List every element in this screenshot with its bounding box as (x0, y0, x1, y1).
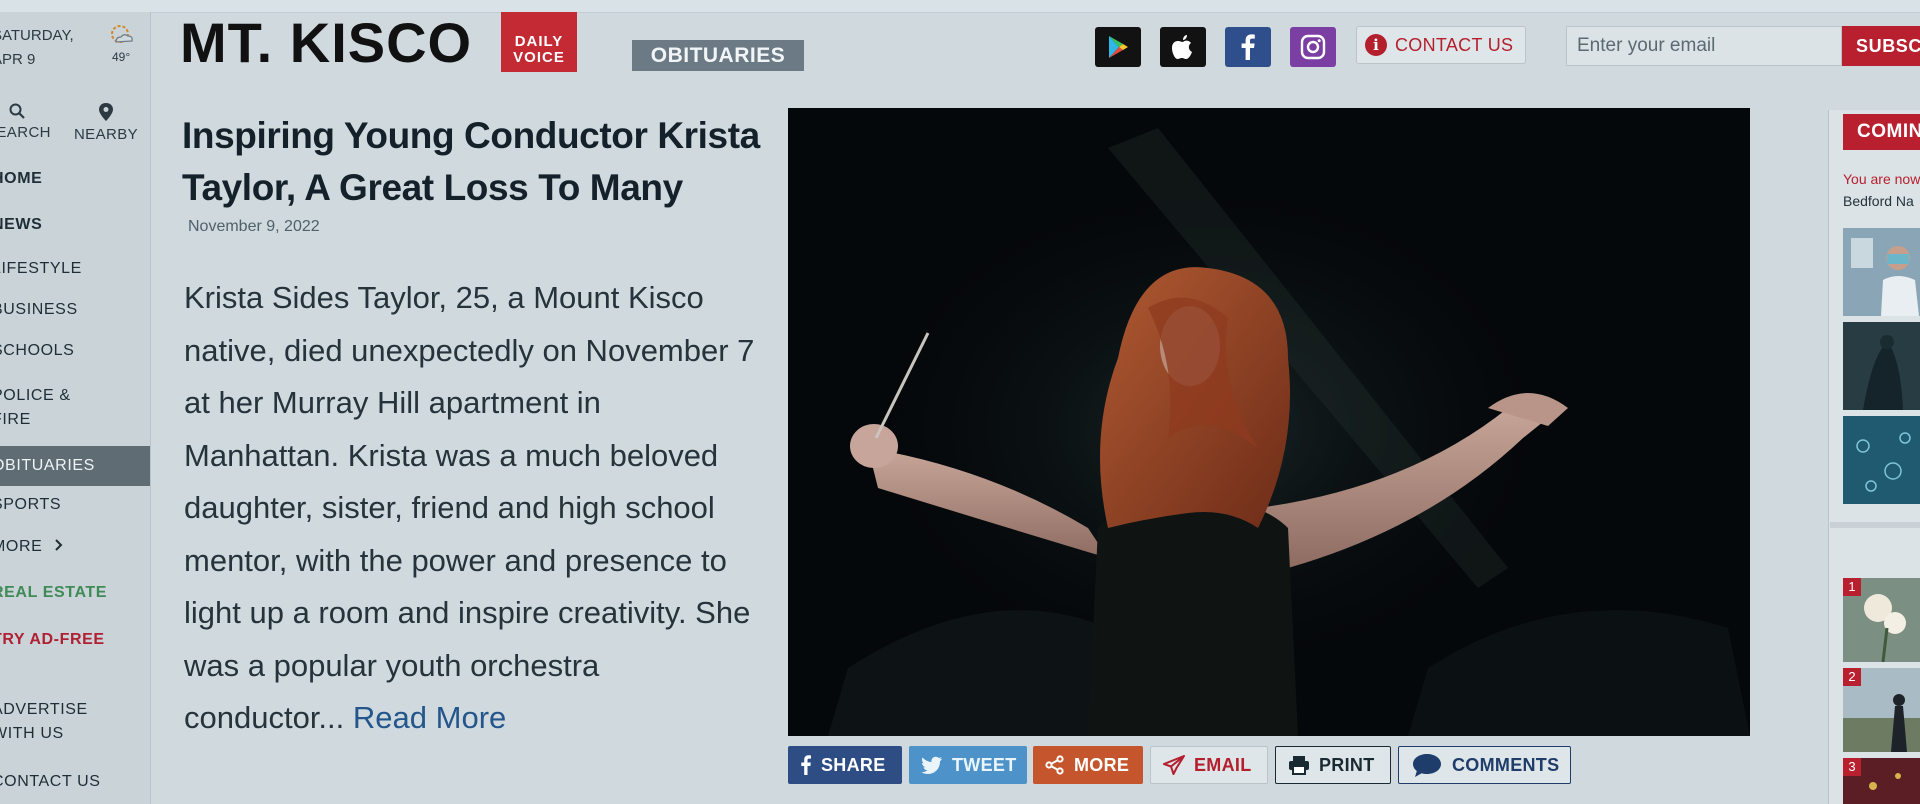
sidebar-item-contact-us[interactable]: CONTACT US (0, 773, 150, 799)
rail-note-line-1: You are now (1843, 171, 1920, 187)
twitter-bird-icon (921, 756, 942, 774)
rail-thumbnail-3[interactable] (1843, 416, 1920, 504)
read-more-link[interactable]: Read More (353, 700, 506, 735)
contact-us-label: CONTACT US (1395, 34, 1514, 55)
email-share-button[interactable]: EMAIL (1150, 746, 1268, 784)
printer-icon (1289, 756, 1309, 775)
instagram-icon (1300, 34, 1326, 60)
rail-divider (1830, 522, 1920, 528)
search-tool-label: SEARCH (0, 124, 51, 141)
more-share-button[interactable]: MORE (1033, 746, 1143, 784)
app-store-button[interactable] (1160, 27, 1206, 67)
rail-ranked-item-1[interactable]: 1 (1843, 578, 1920, 662)
rail-section-tag[interactable]: COMING (1843, 114, 1920, 150)
contact-us-button[interactable]: i CONTACT US (1356, 26, 1526, 64)
rank-badge-3: 3 (1843, 758, 1861, 776)
section-tag[interactable]: OBITUARIES (632, 40, 804, 71)
sidebar-item-advertise[interactable]: ADVERTISE WITH US (0, 698, 150, 748)
nearby-tool[interactable]: NEARBY (70, 102, 142, 143)
left-sidebar: SATURDAY, APR 9 49° SEARCH NEARBY HOME N… (0, 12, 151, 804)
sidebar-item-try-ad-free[interactable]: TRY AD-FREE (0, 631, 150, 657)
chevron-right-icon (55, 539, 63, 551)
article-photo[interactable] (788, 108, 1750, 736)
daily-voice-logo[interactable]: DAILY VOICE (501, 12, 577, 72)
sidebar-tools: SEARCH NEARBY (0, 84, 150, 154)
rank-badge-1: 1 (1843, 578, 1861, 596)
instagram-button[interactable] (1290, 27, 1336, 67)
site-logo[interactable]: MT. KISCO (180, 10, 472, 75)
email-input[interactable] (1566, 26, 1842, 66)
rail-note-line-2: Bedford Na (1843, 193, 1914, 209)
google-play-button[interactable] (1095, 27, 1141, 67)
weather-date: SATURDAY, APR 9 (0, 24, 80, 72)
print-label: PRINT (1319, 754, 1375, 775)
tweet-label: TWEET (952, 754, 1017, 775)
article-headline[interactable]: Inspiring Young Conductor Krista Taylor,… (182, 110, 782, 214)
doctor-photo (1843, 228, 1920, 316)
nearby-tool-label: NEARBY (73, 126, 139, 143)
sidebar-item-business[interactable]: BUSINESS (0, 301, 150, 327)
search-icon (9, 103, 25, 119)
share-icon (1045, 755, 1064, 775)
bubbles-photo (1843, 416, 1920, 504)
weather-partly-cloudy-icon (111, 25, 133, 43)
sidebar-item-lifestyle[interactable]: LIFESTYLE (0, 260, 150, 286)
rail-thumbnail-2[interactable] (1843, 322, 1920, 410)
sidebar-item-news[interactable]: NEWS (0, 216, 150, 242)
facebook-icon (1241, 34, 1255, 60)
rail-location-note: You are now Bedford Na (1843, 168, 1920, 212)
sidebar-item-real-estate[interactable]: REAL ESTATE (0, 584, 150, 610)
location-pin-icon (99, 103, 113, 121)
article-body: Krista Sides Taylor, 25, a Mount Kisco n… (184, 272, 764, 745)
weather-date-value: APR 9 (0, 51, 36, 68)
sidebar-item-obituaries[interactable]: OBITUARIES (0, 446, 150, 486)
rail-ranked-item-2[interactable]: 2 (1843, 668, 1920, 752)
dark-scene-photo (1843, 322, 1920, 410)
facebook-icon (801, 755, 811, 775)
sidebar-item-sports[interactable]: SPORTS (0, 496, 150, 522)
sidebar-item-police-fire[interactable]: POLICE & FIRE (0, 384, 150, 434)
conductor-photo (788, 108, 1750, 736)
search-tool[interactable]: SEARCH (0, 102, 51, 141)
apple-icon (1172, 35, 1192, 59)
brand-line-2: VOICE (513, 49, 565, 66)
subscribe-button[interactable]: SUBSCRIBE (1842, 26, 1920, 66)
facebook-button[interactable] (1225, 27, 1271, 67)
tweet-button[interactable]: TWEET (909, 746, 1027, 784)
sidebar-item-home[interactable]: HOME (0, 170, 150, 196)
google-play-icon (1109, 36, 1128, 58)
print-button[interactable]: PRINT (1275, 746, 1391, 784)
share-button[interactable]: SHARE (788, 746, 902, 784)
more-label: MORE (1074, 754, 1130, 775)
rank-badge-2: 2 (1843, 668, 1861, 686)
comments-button[interactable]: COMMENTS (1398, 746, 1571, 784)
comments-label: COMMENTS (1452, 754, 1560, 775)
article-body-text: Krista Sides Taylor, 25, a Mount Kisco n… (184, 280, 755, 735)
info-icon: i (1365, 34, 1387, 56)
comment-bubble-icon (1413, 754, 1441, 777)
brand-line-1: DAILY (514, 33, 564, 50)
weather-day: SATURDAY, (0, 27, 74, 44)
rail-thumbnail-1[interactable] (1843, 228, 1920, 316)
article-date: November 9, 2022 (188, 218, 320, 235)
sidebar-item-schools[interactable]: SCHOOLS (0, 342, 150, 368)
rail-ranked-item-3[interactable]: 3 (1843, 758, 1920, 804)
sidebar-item-more[interactable]: MORE (0, 538, 150, 564)
weather-temp: 49° (112, 50, 131, 64)
share-label: SHARE (821, 754, 886, 775)
paper-plane-icon (1163, 755, 1185, 775)
email-label: EMAIL (1194, 754, 1252, 775)
